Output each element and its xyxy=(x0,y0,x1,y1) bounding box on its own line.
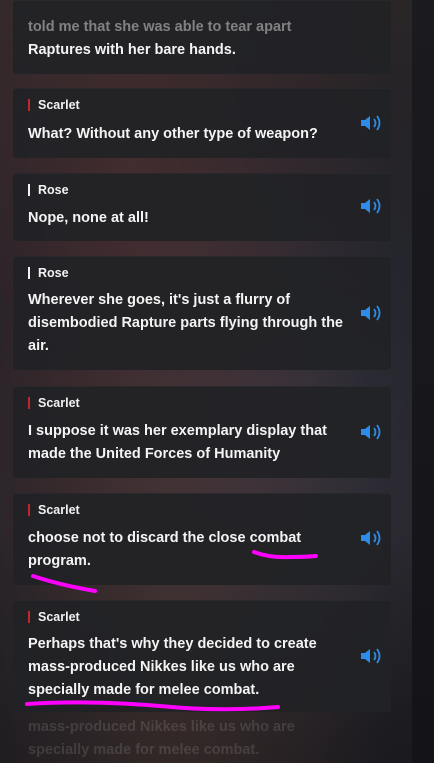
speaker-name: Scarlet xyxy=(28,610,80,624)
dialogue-text: Wherever she goes, it's just a flurry of… xyxy=(28,292,343,354)
speaker-volume-icon[interactable] xyxy=(359,528,383,548)
background-faded-text: mass-produced Nikkes like us who are spe… xyxy=(28,716,358,762)
speaker-label: Scarlet xyxy=(38,503,80,517)
speaker-bar xyxy=(28,504,30,516)
speaker-volume-icon[interactable] xyxy=(359,303,383,323)
faded-text-line: mass-produced Nikkes like us who are xyxy=(28,719,295,735)
speaker-bar xyxy=(28,99,30,111)
speaker-label: Scarlet xyxy=(38,610,80,624)
speaker-label: Scarlet xyxy=(38,98,80,112)
dialogue-text: choose not to discard the close combat p… xyxy=(28,530,302,569)
dialogue-text: Perhaps that's why they decided to creat… xyxy=(28,636,317,698)
dialogue-card-partial: told me that she was able to tear apart … xyxy=(13,0,391,74)
dialogue-card: Scarlet I suppose it was her exemplary d… xyxy=(13,386,391,478)
speaker-volume-icon[interactable] xyxy=(359,113,383,133)
speaker-label: Rose xyxy=(38,183,69,197)
speaker-bar xyxy=(28,611,30,623)
speaker-name: Rose xyxy=(28,266,69,280)
dialogue-text: I suppose it was her exemplary display t… xyxy=(28,423,327,462)
dialogue-text: What? Without any other type of weapon? xyxy=(28,126,318,142)
dialogue-card: Rose Nope, none at all! xyxy=(13,173,391,241)
dialogue-card: Scarlet choose not to discard the close … xyxy=(13,493,391,585)
speaker-volume-icon[interactable] xyxy=(359,646,383,666)
speaker-volume-icon[interactable] xyxy=(359,422,383,442)
speaker-bar xyxy=(28,184,30,196)
speaker-volume-icon[interactable] xyxy=(359,196,383,216)
dialogue-log[interactable]: told me that she was able to tear apart … xyxy=(0,0,434,763)
dialogue-text-line: told me that she was able to tear apart xyxy=(28,19,292,35)
dialogue-text-line: Raptures with her bare hands. xyxy=(28,42,236,58)
dialogue-text: Nope, none at all! xyxy=(28,210,149,226)
dialogue-card: Scarlet What? Without any other type of … xyxy=(13,88,391,158)
speaker-bar xyxy=(28,267,30,279)
speaker-name: Scarlet xyxy=(28,396,80,410)
speaker-label: Scarlet xyxy=(38,396,80,410)
dialogue-card: Rose Wherever she goes, it's just a flur… xyxy=(13,256,391,370)
speaker-name: Scarlet xyxy=(28,98,80,112)
dialogue-card: Scarlet Perhaps that's why they decided … xyxy=(13,600,391,712)
speaker-name: Rose xyxy=(28,183,69,197)
speaker-bar xyxy=(28,397,30,409)
speaker-name: Scarlet xyxy=(28,503,80,517)
faded-text-line: specially made for melee combat. xyxy=(28,742,260,758)
speaker-label: Rose xyxy=(38,266,69,280)
